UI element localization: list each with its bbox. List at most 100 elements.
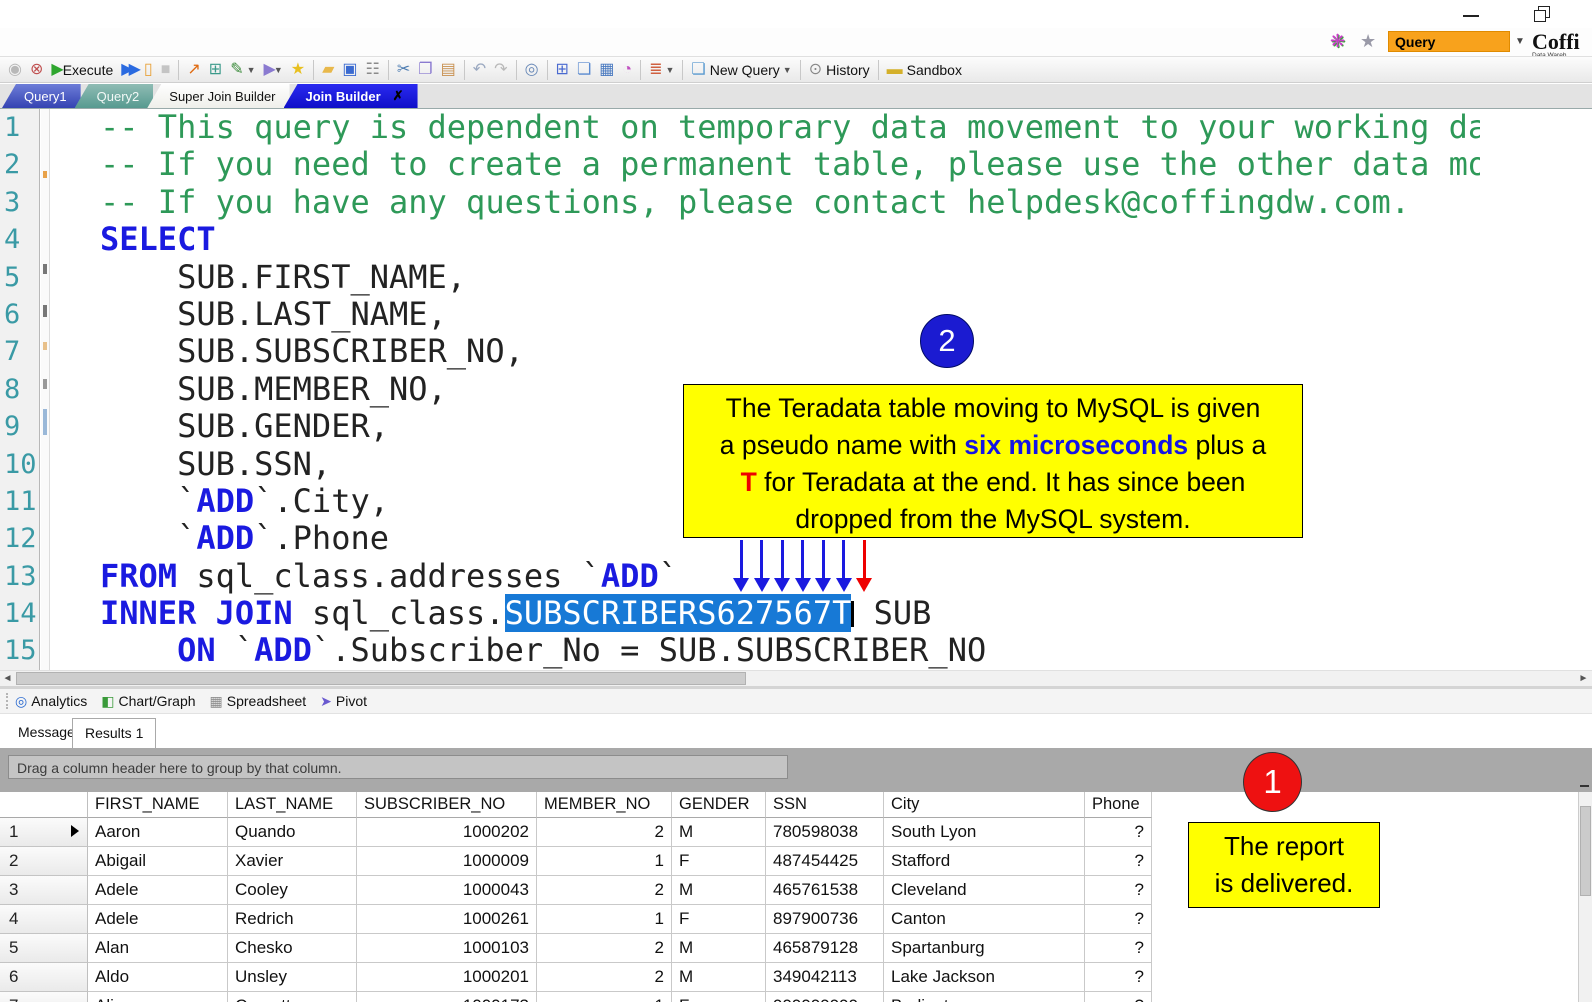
code-line-6[interactable]: SUB.LAST_NAME, [50, 296, 1480, 333]
dropdown-icon[interactable]: ▼ [247, 65, 256, 75]
column-header-city[interactable]: City [884, 792, 1085, 818]
cell-first_name[interactable]: Adele [88, 905, 228, 934]
report-icon[interactable]: ≣▼ [646, 60, 677, 80]
scroll-left-icon[interactable]: ◄ [0, 672, 15, 686]
code-line-2[interactable]: -- If you need to create a permanent tab… [50, 146, 1480, 183]
column-header-ssn[interactable]: SSN [766, 792, 884, 818]
network-icon[interactable]: ❏ [574, 60, 594, 80]
cell-city[interactable]: Canton [884, 905, 1085, 934]
cell-ssn[interactable]: 999999999 [766, 992, 884, 1002]
cell-gender[interactable]: M [672, 876, 766, 905]
cell-first_name[interactable]: Alice [88, 992, 228, 1002]
favorites-star-icon[interactable]: ★ [1360, 31, 1376, 52]
db-edit-icon[interactable]: ⊞ [206, 60, 225, 80]
cell-last_name[interactable]: Unsley [228, 963, 357, 992]
cell-ssn[interactable]: 897900736 [766, 905, 884, 934]
paste-icon[interactable]: ▤ [438, 60, 459, 80]
table-row-3[interactable]: 3AdeleCooley10000432M465761538Cleveland? [0, 876, 1152, 905]
cell-phone[interactable]: ? [1085, 905, 1152, 934]
disconnect-icon[interactable]: ⊗ [27, 60, 46, 80]
code-line-7[interactable]: SUB.SUBSCRIBER_NO, [50, 333, 1480, 370]
cell-city[interactable]: South Lyon [884, 818, 1085, 847]
doc-tab-join-builder[interactable]: Join Builder✗ [284, 84, 418, 108]
row-number[interactable]: 3 [0, 876, 88, 905]
stop-icon[interactable]: ■ [158, 60, 174, 80]
pie-chart-icon[interactable]: ◔ [619, 60, 635, 80]
cell-subscriber_no[interactable]: 1000261 [357, 905, 537, 934]
copy-icon[interactable]: ❐ [415, 60, 435, 80]
doc-tab-query2[interactable]: Query2 [75, 84, 154, 108]
cut-icon[interactable]: ✂ [394, 60, 413, 80]
cell-city[interactable]: Spartanburg [884, 934, 1085, 963]
restore-button[interactable] [1524, 6, 1558, 24]
spreadsheet-button[interactable]: ▦Spreadsheet [210, 693, 307, 710]
undo-icon[interactable]: ↶ [470, 60, 489, 80]
cell-ssn[interactable]: 780598038 [766, 818, 884, 847]
column-header-first_name[interactable]: FIRST_NAME [88, 792, 228, 818]
scroll-right-icon[interactable]: ► [1576, 672, 1591, 686]
dropdown-icon[interactable]: ▼ [665, 65, 674, 75]
code-line-4[interactable]: SELECT [50, 221, 1480, 258]
cell-phone[interactable]: ? [1085, 963, 1152, 992]
cell-first_name[interactable]: Alan [88, 934, 228, 963]
pencil-icon[interactable]: ✎▼ [227, 60, 258, 80]
cell-member_no[interactable]: 2 [537, 934, 672, 963]
row-number[interactable]: 4 [0, 905, 88, 934]
cell-ssn[interactable]: 487454425 [766, 847, 884, 876]
chart-graph-button[interactable]: ◧Chart/Graph [101, 693, 195, 710]
table-row-5[interactable]: 5AlanChesko10001032M465879128Spartanburg… [0, 934, 1152, 963]
code-line-15[interactable]: ON `ADD`.Subscriber_No = SUB.SUBSCRIBER_… [50, 632, 1480, 669]
table-row-6[interactable]: 6AldoUnsley10002012M349042113Lake Jackso… [0, 963, 1152, 992]
code-line-14[interactable]: INNER JOIN sql_class.SUBSCRIBERS627567T … [50, 595, 1480, 632]
cell-gender[interactable]: F [672, 992, 766, 1002]
dropdown-icon[interactable]: ▼ [274, 65, 283, 75]
run-to-icon[interactable]: ▶▼ [261, 60, 286, 80]
cell-first_name[interactable]: Abigail [88, 847, 228, 876]
table-row-4[interactable]: 4AdeleRedrich10002611F897900736Canton? [0, 905, 1152, 934]
cell-member_no[interactable]: 2 [537, 818, 672, 847]
execute-button[interactable]: ▶Execute [48, 60, 116, 80]
cell-city[interactable]: Stafford [884, 847, 1085, 876]
minimize-button[interactable] [1455, 6, 1489, 24]
cell-gender[interactable]: M [672, 934, 766, 963]
column-header-subscriber_no[interactable]: SUBSCRIBER_NO [357, 792, 537, 818]
cell-city[interactable]: Lake Jackson [884, 963, 1085, 992]
column-header-phone[interactable]: Phone [1085, 792, 1152, 818]
analytics-button[interactable]: ◎Analytics [15, 693, 87, 710]
cell-ssn[interactable]: 465879128 [766, 934, 884, 963]
editor-hscrollbar[interactable]: ◄ ► [0, 670, 1592, 686]
cell-phone[interactable]: ? [1085, 934, 1152, 963]
column-header-gender[interactable]: GENDER [672, 792, 766, 818]
cell-subscriber_no[interactable]: 1000173 [357, 992, 537, 1002]
cell-first_name[interactable]: Aldo [88, 963, 228, 992]
cell-first_name[interactable]: Adele [88, 876, 228, 905]
open-folder-icon[interactable]: ▰ [319, 60, 337, 80]
flower-icon[interactable]: ❋ [1330, 31, 1345, 52]
column-header-last_name[interactable]: LAST_NAME [228, 792, 357, 818]
table-row-2[interactable]: 2AbigailXavier10000091F487454425Stafford… [0, 847, 1152, 876]
query-mode-combobox[interactable]: Query [1388, 31, 1510, 52]
import-icon[interactable]: ↗ [184, 60, 203, 80]
cell-gender[interactable]: F [672, 905, 766, 934]
doc-tab-query1[interactable]: Query1 [2, 84, 81, 108]
cell-phone[interactable]: ? [1085, 818, 1152, 847]
connect-icon[interactable]: ◉ [5, 60, 25, 80]
sandbox-button[interactable]: ▬Sandbox [884, 60, 965, 80]
redo-icon[interactable]: ↷ [491, 60, 510, 80]
cell-member_no[interactable]: 1 [537, 992, 672, 1002]
row-number[interactable]: 1 [0, 818, 88, 847]
fast-forward-icon[interactable]: ▶▶ [118, 60, 139, 80]
cell-member_no[interactable]: 2 [537, 876, 672, 905]
cell-last_name[interactable]: Chesko [228, 934, 357, 963]
cell-phone[interactable]: ? [1085, 847, 1152, 876]
cell-ssn[interactable]: 465761538 [766, 876, 884, 905]
cell-first_name[interactable]: Aaron [88, 818, 228, 847]
dropdown-icon[interactable]: ▼ [783, 65, 792, 75]
cell-gender[interactable]: F [672, 847, 766, 876]
row-number[interactable]: 5 [0, 934, 88, 963]
cell-last_name[interactable]: Quando [228, 818, 357, 847]
cell-gender[interactable]: M [672, 963, 766, 992]
results-vscrollbar[interactable] [1578, 792, 1592, 1002]
cell-member_no[interactable]: 2 [537, 963, 672, 992]
tab-results-1[interactable]: Results 1 [72, 718, 156, 748]
